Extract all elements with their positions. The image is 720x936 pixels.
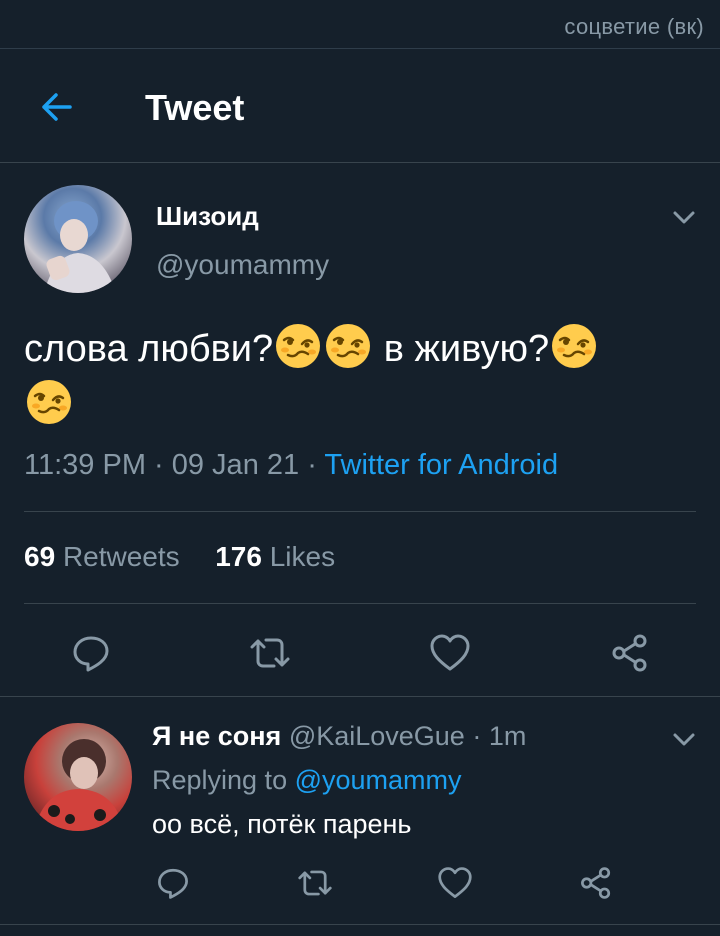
replying-mention-link[interactable]: @youmammy (295, 765, 462, 795)
retweets-stat[interactable]: 69 Retweets (24, 541, 180, 572)
likes-stat[interactable]: 176 Likes (215, 541, 335, 572)
reply-tweet[interactable]: Я не соня @KaiLoveGue · 1m Replying to @… (0, 697, 720, 925)
retweets-label: Retweets (62, 541, 180, 572)
reply-text: оо всё, потёк парень (152, 809, 412, 839)
likes-label: Likes (269, 541, 336, 572)
likes-count: 176 (215, 541, 262, 572)
retweet-button[interactable] (248, 631, 292, 675)
tweet-meta: 11:39 PM · 09 Jan 21 · Twitter for Andro… (24, 449, 558, 482)
reply-header: Я не соня @KaiLoveGue · 1m (152, 721, 526, 752)
like-button[interactable] (428, 631, 472, 675)
replying-prefix: Replying to (152, 765, 295, 795)
heart-icon (430, 634, 470, 671)
reply-share-button[interactable] (576, 863, 616, 903)
replying-to: Replying to @youmammy (152, 765, 462, 796)
header: Tweet (0, 49, 720, 163)
share-icon (581, 867, 611, 899)
woozy-face-icon (27, 380, 71, 424)
author-handle[interactable]: @youmammy (156, 249, 329, 281)
tweet-text: слова любви? в живую? (24, 321, 704, 433)
reply-icon (158, 868, 188, 899)
avatar-image (34, 739, 124, 831)
reply-retweet-button[interactable] (295, 863, 335, 903)
tweet-text-part2: в живую? (373, 328, 550, 370)
back-button[interactable] (34, 87, 78, 127)
woozy-face-icon (276, 324, 321, 368)
section-divider (0, 924, 720, 925)
heart-icon (438, 867, 472, 898)
tweet-actions (0, 631, 720, 672)
retweet-icon (298, 870, 332, 896)
woozy-face-icon (552, 324, 597, 368)
tweet-text-part1: слова любви? (24, 328, 274, 370)
avatar-image (44, 201, 116, 293)
author-name[interactable]: Шизоид (156, 201, 259, 232)
author-avatar[interactable] (24, 185, 132, 293)
divider (24, 511, 696, 512)
reply-author-avatar[interactable] (24, 723, 132, 831)
watermark: соцветие (вк) (564, 14, 704, 39)
divider (24, 603, 696, 604)
retweets-count: 69 (24, 541, 56, 572)
reply-button[interactable] (69, 631, 113, 675)
retweet-icon (250, 638, 290, 668)
share-button[interactable] (608, 631, 652, 675)
reply-reply-button[interactable] (153, 863, 193, 903)
reply-author-name[interactable]: Я не соня (152, 721, 281, 751)
reply-like-button[interactable] (435, 863, 475, 903)
chevron-down-icon[interactable] (670, 205, 698, 229)
tweet-source-link[interactable]: Twitter for Android (324, 449, 558, 481)
arrow-left-icon (42, 93, 72, 121)
woozy-face-icon (326, 324, 371, 368)
reply-author-meta: @KaiLoveGue · 1m (281, 721, 527, 751)
tweet-time: 11:39 PM · 09 Jan 21 · (24, 449, 325, 481)
reply-icon (73, 636, 109, 672)
tweet-stats: 69 Retweets 176 Likes (24, 541, 335, 573)
page-title: Tweet (145, 87, 245, 128)
share-icon (612, 634, 647, 672)
chevron-down-icon[interactable] (670, 727, 698, 751)
